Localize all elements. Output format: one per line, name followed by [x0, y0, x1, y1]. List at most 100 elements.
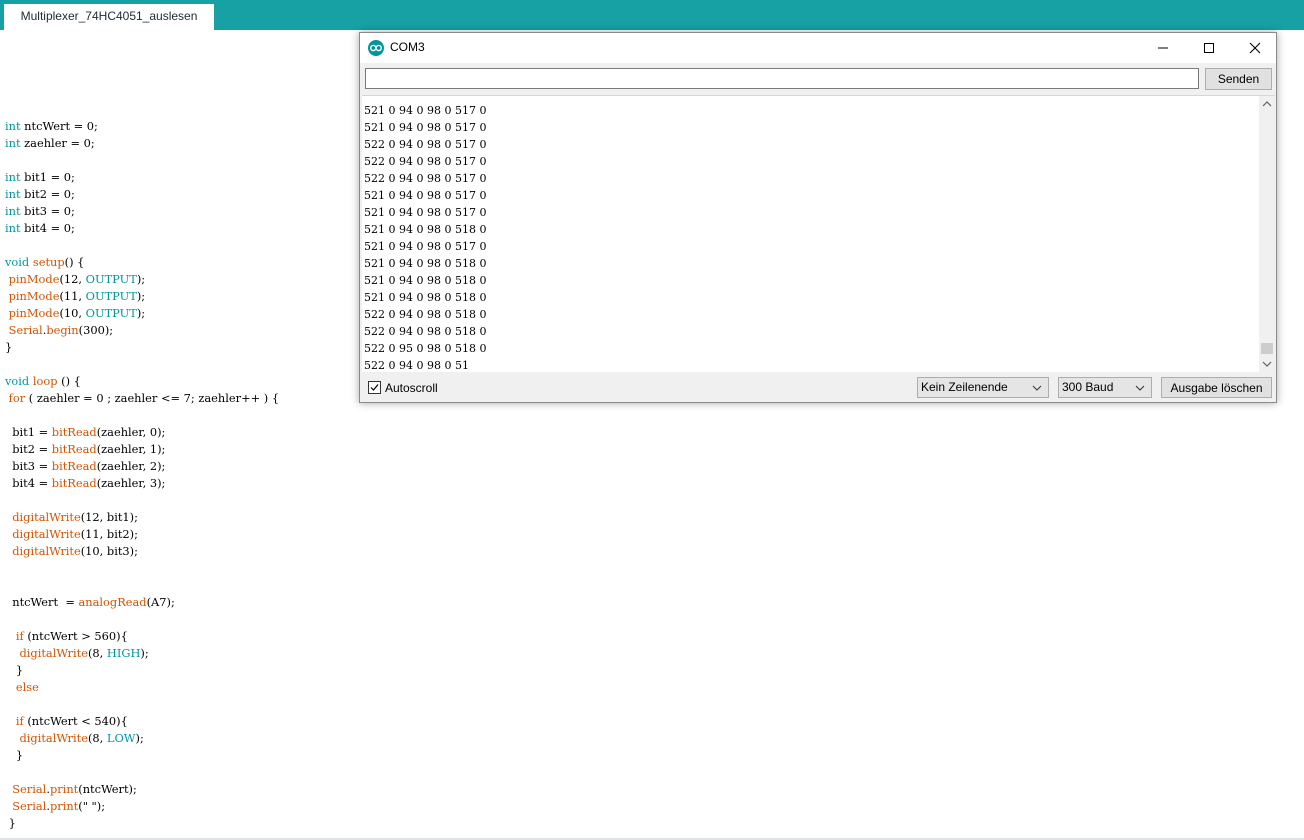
chevron-up-icon [1262, 101, 1272, 107]
code-token: OUTPUT [85, 272, 137, 286]
code-token: pinMode [8, 289, 60, 303]
send-input[interactable] [365, 68, 1199, 89]
maximize-button[interactable] [1186, 33, 1232, 63]
send-button[interactable]: Senden [1205, 68, 1272, 90]
code-token: print [49, 799, 79, 813]
code-line: int ntcWert = 0; [5, 118, 279, 135]
code-token: if [15, 629, 24, 643]
code-token: } [5, 748, 24, 762]
code-token: Serial [12, 799, 47, 813]
window-titlebar[interactable]: COM3 [360, 33, 1276, 63]
code-token: (A7); [146, 595, 175, 609]
code-token: loop [32, 374, 58, 388]
output-line: 521 0 94 0 98 0 517 0 [364, 189, 487, 202]
code-token: print [49, 782, 79, 796]
code-line: int bit3 = 0; [5, 203, 279, 220]
serial-monitor-window: COM3 Senden 521 0 94 0 98 0 517 0 521 0 9… [359, 32, 1277, 403]
code-token: digitalWrite [19, 731, 88, 745]
code-line: int bit2 = 0; [5, 186, 279, 203]
code-line: void setup() { [5, 254, 279, 271]
code-token: ); [135, 731, 144, 745]
code-token: (zaehler, 1); [96, 442, 166, 456]
code-token: bit4 = [5, 476, 52, 490]
code-line: else [5, 679, 279, 696]
code-token: (ntcWert > 560){ [23, 629, 128, 643]
code-token: ); [136, 272, 146, 286]
sketch-tab-bar: Multiplexer_74HC4051_auslesen [0, 0, 1304, 30]
code-token: ); [140, 646, 149, 660]
code-token: bit1 = [5, 425, 52, 439]
minimize-button[interactable] [1140, 33, 1186, 63]
code-line: ntcWert = analogRead(A7); [5, 594, 279, 611]
autoscroll-label[interactable]: Autoscroll [385, 381, 438, 395]
code-line: digitalWrite(12, bit1); [5, 509, 279, 526]
code-token: LOW [106, 731, 136, 745]
output-line: 521 0 94 0 98 0 517 0 [364, 240, 487, 253]
code-token: Serial [8, 323, 43, 337]
code-token: ); [136, 289, 146, 303]
code-token: int [5, 204, 21, 218]
output-line: 522 0 94 0 98 0 518 0 [364, 308, 487, 321]
code-token: bit2 = 0; [20, 187, 75, 201]
sketch-tab[interactable]: Multiplexer_74HC4051_auslesen [4, 4, 214, 30]
sketch-tab-label: Multiplexer_74HC4051_auslesen [20, 9, 198, 23]
code-token: bit3 = [5, 459, 52, 473]
code-token: bit1 = 0; [20, 170, 75, 184]
output-line: 522 0 94 0 98 0 517 0 [364, 155, 487, 168]
code-line: digitalWrite(10, bit3); [5, 543, 279, 560]
vertical-scrollbar[interactable] [1259, 96, 1275, 372]
output-line: 521 0 94 0 98 0 517 0 [364, 121, 487, 134]
code-token: (300); [78, 323, 114, 337]
code-line: void loop () { [5, 373, 279, 390]
close-button[interactable] [1232, 33, 1278, 63]
line-ending-value: Kein Zeilenende [921, 380, 1008, 394]
code-token: int [5, 119, 21, 133]
code-line: Serial.print(ntcWert); [5, 781, 279, 798]
code-token: OUTPUT [85, 306, 137, 320]
monitor-bottom-bar: Autoscroll Kein Zeilenende 300 Baud Ausg… [360, 373, 1276, 403]
code-token: (12, [59, 272, 86, 286]
output-line: 521 0 94 0 98 0 518 0 [364, 223, 487, 236]
code-token: (ntcWert); [78, 782, 137, 796]
code-token: } [5, 340, 13, 354]
code-token: digitalWrite [12, 527, 81, 541]
code-token: HIGH [106, 646, 141, 660]
code-token: else [15, 680, 39, 694]
scroll-down-button[interactable] [1259, 355, 1275, 372]
chevron-down-icon [1032, 385, 1042, 391]
output-line: 521 0 94 0 98 0 518 0 [364, 257, 487, 270]
output-line: 521 0 94 0 98 0 518 0 [364, 274, 487, 287]
baud-rate-select[interactable]: 300 Baud [1058, 377, 1152, 398]
code-token: pinMode [8, 272, 60, 286]
code-line: } [5, 662, 279, 679]
scroll-up-button[interactable] [1259, 96, 1275, 113]
code-line: int bit4 = 0; [5, 220, 279, 237]
code-token: Serial [12, 782, 47, 796]
minimize-icon [1158, 47, 1168, 49]
serial-output[interactable]: 521 0 94 0 98 0 517 0 521 0 94 0 98 0 517… [362, 95, 1275, 372]
code-token: (zaehler, 3); [96, 476, 166, 490]
code-token: ntcWert = 0; [20, 119, 98, 133]
autoscroll-checkbox[interactable] [368, 381, 381, 394]
scroll-thumb[interactable] [1261, 343, 1273, 354]
output-line: 521 0 94 0 98 0 518 0 [364, 291, 487, 304]
code-token: ntcWert = [5, 595, 79, 609]
chevron-down-icon [1262, 361, 1272, 367]
code-token: digitalWrite [19, 646, 88, 660]
output-line: 522 0 95 0 98 0 518 0 [364, 342, 487, 355]
code-text[interactable]: int ntcWert = 0; int zaehler = 0; int bit1… [5, 118, 279, 832]
code-line: int bit1 = 0; [5, 169, 279, 186]
code-line: } [5, 747, 279, 764]
code-token: bitRead [51, 476, 97, 490]
line-ending-select[interactable]: Kein Zeilenende [917, 377, 1049, 398]
close-icon [1249, 42, 1261, 54]
clear-output-button[interactable]: Ausgabe löschen [1161, 377, 1272, 398]
code-token: int [5, 170, 21, 184]
